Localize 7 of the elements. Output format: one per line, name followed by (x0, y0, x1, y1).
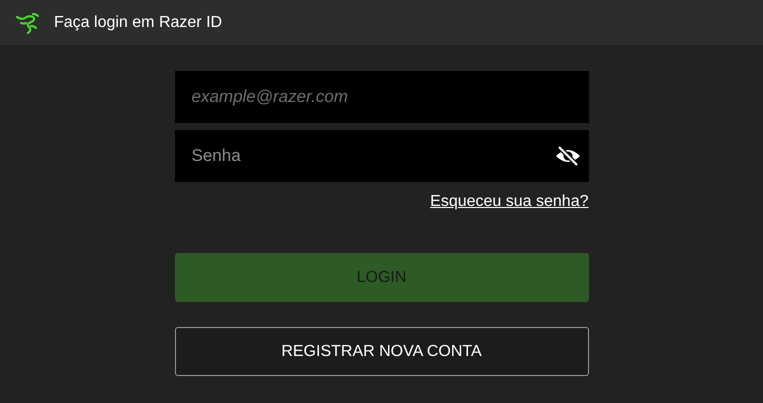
forgot-password-link[interactable]: Esqueceu sua senha? (430, 193, 588, 211)
snake-logo-icon (14, 10, 40, 34)
email-field[interactable]: example@razer.com (174, 71, 588, 123)
eye-slash-icon[interactable] (554, 144, 580, 168)
window-title: Faça login em Razer ID (54, 14, 222, 32)
register-button[interactable]: REGISTRAR NOVA CONTA (174, 327, 588, 376)
password-field[interactable]: Senha (174, 130, 588, 182)
